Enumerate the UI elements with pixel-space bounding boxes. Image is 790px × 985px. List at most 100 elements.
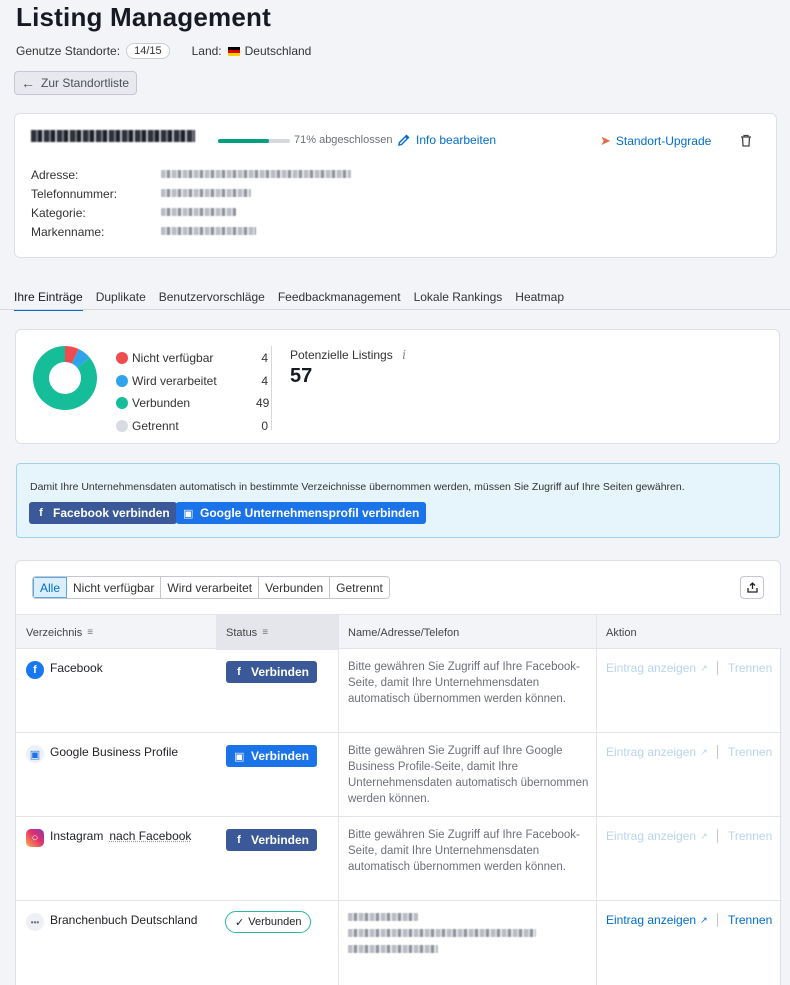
page-title: Listing Management [16,2,271,33]
completion-progress-bar [218,139,290,143]
connect-google-label: Google Unternehmensprofil verbinden [200,506,419,520]
column-name-address-phone: Name/Adresse/Telefon [338,615,596,650]
legend-item-processing: Wird verarbeitet 4 [116,370,268,393]
address-label: Adresse: [31,168,78,182]
country-label: Land: [192,44,222,58]
filter-all[interactable]: Alle [33,577,67,598]
country-value: Deutschland [245,44,312,58]
brand-value-redacted [161,227,256,235]
row-description: Bitte gewähren Sie Zugriff auf Ihre Face… [348,827,593,875]
sort-icon: ≡ [87,627,93,638]
column-directory[interactable]: Verzeichnis ≡ [16,615,216,650]
legend-label: Wird verarbeitet [132,374,256,388]
legend-dot [116,397,128,409]
location-card: 71% abgeschlossen Info bearbeiten ➤ Stan… [14,113,777,258]
legend-count: 0 [256,419,268,433]
potential-listings-value: 57 [290,365,312,388]
legend-count: 4 [256,374,268,388]
legend-count: 49 [256,396,268,410]
facebook-icon: f [234,834,244,846]
view-entry-link[interactable]: Eintrag anzeigen ↗ [606,661,708,675]
check-icon: ✓ [235,916,244,929]
category-label: Kategorie: [31,206,86,220]
legend-label: Getrennt [132,419,256,433]
table-row: ▣ Google Business Profile ▣ Verbinden Bi… [16,733,782,817]
status-donut-chart [32,345,98,411]
connect-google-button[interactable]: ▣ Google Unternehmensprofil verbinden [176,502,426,524]
tab-user-suggestions[interactable]: Benutzervorschläge [159,290,265,311]
tabs-divider [0,309,790,310]
view-entry-link[interactable]: Eintrag anzeigen ↗ [606,913,708,927]
view-entry-label: Eintrag anzeigen [606,661,696,675]
edit-info-link[interactable]: Info bearbeiten [397,133,496,147]
delete-location-button[interactable] [740,134,752,150]
tab-heatmap[interactable]: Heatmap [515,290,564,311]
tab-your-entries[interactable]: Ihre Einträge [14,290,83,311]
info-icon[interactable]: i [402,348,406,362]
table-row: f Facebook f Verbinden Bitte gewähren Si… [16,649,782,733]
tab-feedback-management[interactable]: Feedbackmanagement [278,290,401,311]
connect-facebook-label: Facebook verbinden [53,506,170,520]
potential-listings-label: Potenzielle Listings i [290,348,406,362]
tab-local-rankings[interactable]: Lokale Rankings [414,290,503,311]
listing-tabs: Ihre Einträge Duplikate Benutzervorschlä… [14,290,577,311]
export-icon [747,582,758,593]
directory-name: Google Business Profile [50,745,178,759]
rocket-icon: ➤ [600,133,611,149]
filter-processing[interactable]: Wird verarbeitet [161,577,259,598]
connect-button[interactable]: f Verbinden [226,661,317,683]
connect-button-label: Verbinden [251,665,309,679]
legend-item-unavailable: Nicht verfügbar 4 [116,347,268,370]
disconnect-link[interactable]: Trennen [728,913,772,927]
filter-connected[interactable]: Verbunden [259,577,330,598]
locations-count-badge: 14/15 [126,43,170,59]
column-action: Aktion [596,615,782,650]
disconnect-link[interactable]: Trennen [728,829,772,843]
listing-stats-card: Nicht verfügbar 4 Wird verarbeitet 4 Ver… [15,329,780,444]
connect-button[interactable]: ▣ Verbinden [226,745,317,767]
tab-duplicates[interactable]: Duplikate [96,290,146,311]
directory-name-text: Instagram [50,829,103,843]
trash-icon [740,134,752,147]
stats-divider [271,346,272,430]
connect-button[interactable]: f Verbinden [226,829,317,851]
export-button[interactable] [740,576,764,599]
action-separator [717,661,718,675]
legend-label: Verbunden [132,396,256,410]
column-status[interactable]: Status ≡ [216,615,338,650]
legend-dot [116,420,128,432]
legend-dot [116,352,128,364]
location-name-redacted [31,130,195,142]
table-row: ••• Branchenbuch Deutschland ✓ Verbunden… [16,901,782,985]
facebook-icon: f [36,507,46,519]
back-to-locations-button[interactable]: ← Zur Standortliste [14,71,137,95]
upgrade-label: Standort-Upgrade [616,134,711,148]
brand-label: Markenname: [31,225,104,239]
sort-icon: ≡ [262,627,268,638]
disconnect-link[interactable]: Trennen [728,661,772,675]
connect-facebook-button[interactable]: f Facebook verbinden [29,502,177,524]
directory-name: Branchenbuch Deutschland [50,913,197,927]
view-entry-link[interactable]: Eintrag anzeigen ↗ [606,745,708,759]
connect-button-label: Verbinden [251,749,309,763]
connected-status-badge: ✓ Verbunden [225,911,311,933]
disconnect-link[interactable]: Trennen [728,745,772,759]
view-entry-label: Eintrag anzeigen [606,829,696,843]
directory-name: Facebook [50,661,103,675]
filter-unavailable[interactable]: Nicht verfügbar [67,577,161,598]
google-business-icon: ▣ [234,750,244,763]
column-directory-label: Verzeichnis [26,627,82,639]
table-row: ○ Instagram nach Facebook f Verbinden Bit… [16,817,782,901]
facebook-icon: f [26,661,44,679]
connect-info-text: Damit Ihre Unternehmensdaten automatisch… [30,481,685,493]
view-entry-label: Eintrag anzeigen [606,745,696,759]
via-facebook-note[interactable]: nach Facebook [109,829,191,843]
connect-info-banner: Damit Ihre Unternehmensdaten automatisch… [16,463,780,538]
arrow-left-icon: ← [21,75,35,91]
connect-button-label: Verbinden [251,833,309,847]
location-upgrade-link[interactable]: ➤ Standort-Upgrade [600,133,711,149]
action-separator [717,913,718,927]
filter-disconnected[interactable]: Getrennt [330,577,389,598]
progress-text: 71% abgeschlossen [294,134,392,146]
view-entry-link[interactable]: Eintrag anzeigen ↗ [606,829,708,843]
